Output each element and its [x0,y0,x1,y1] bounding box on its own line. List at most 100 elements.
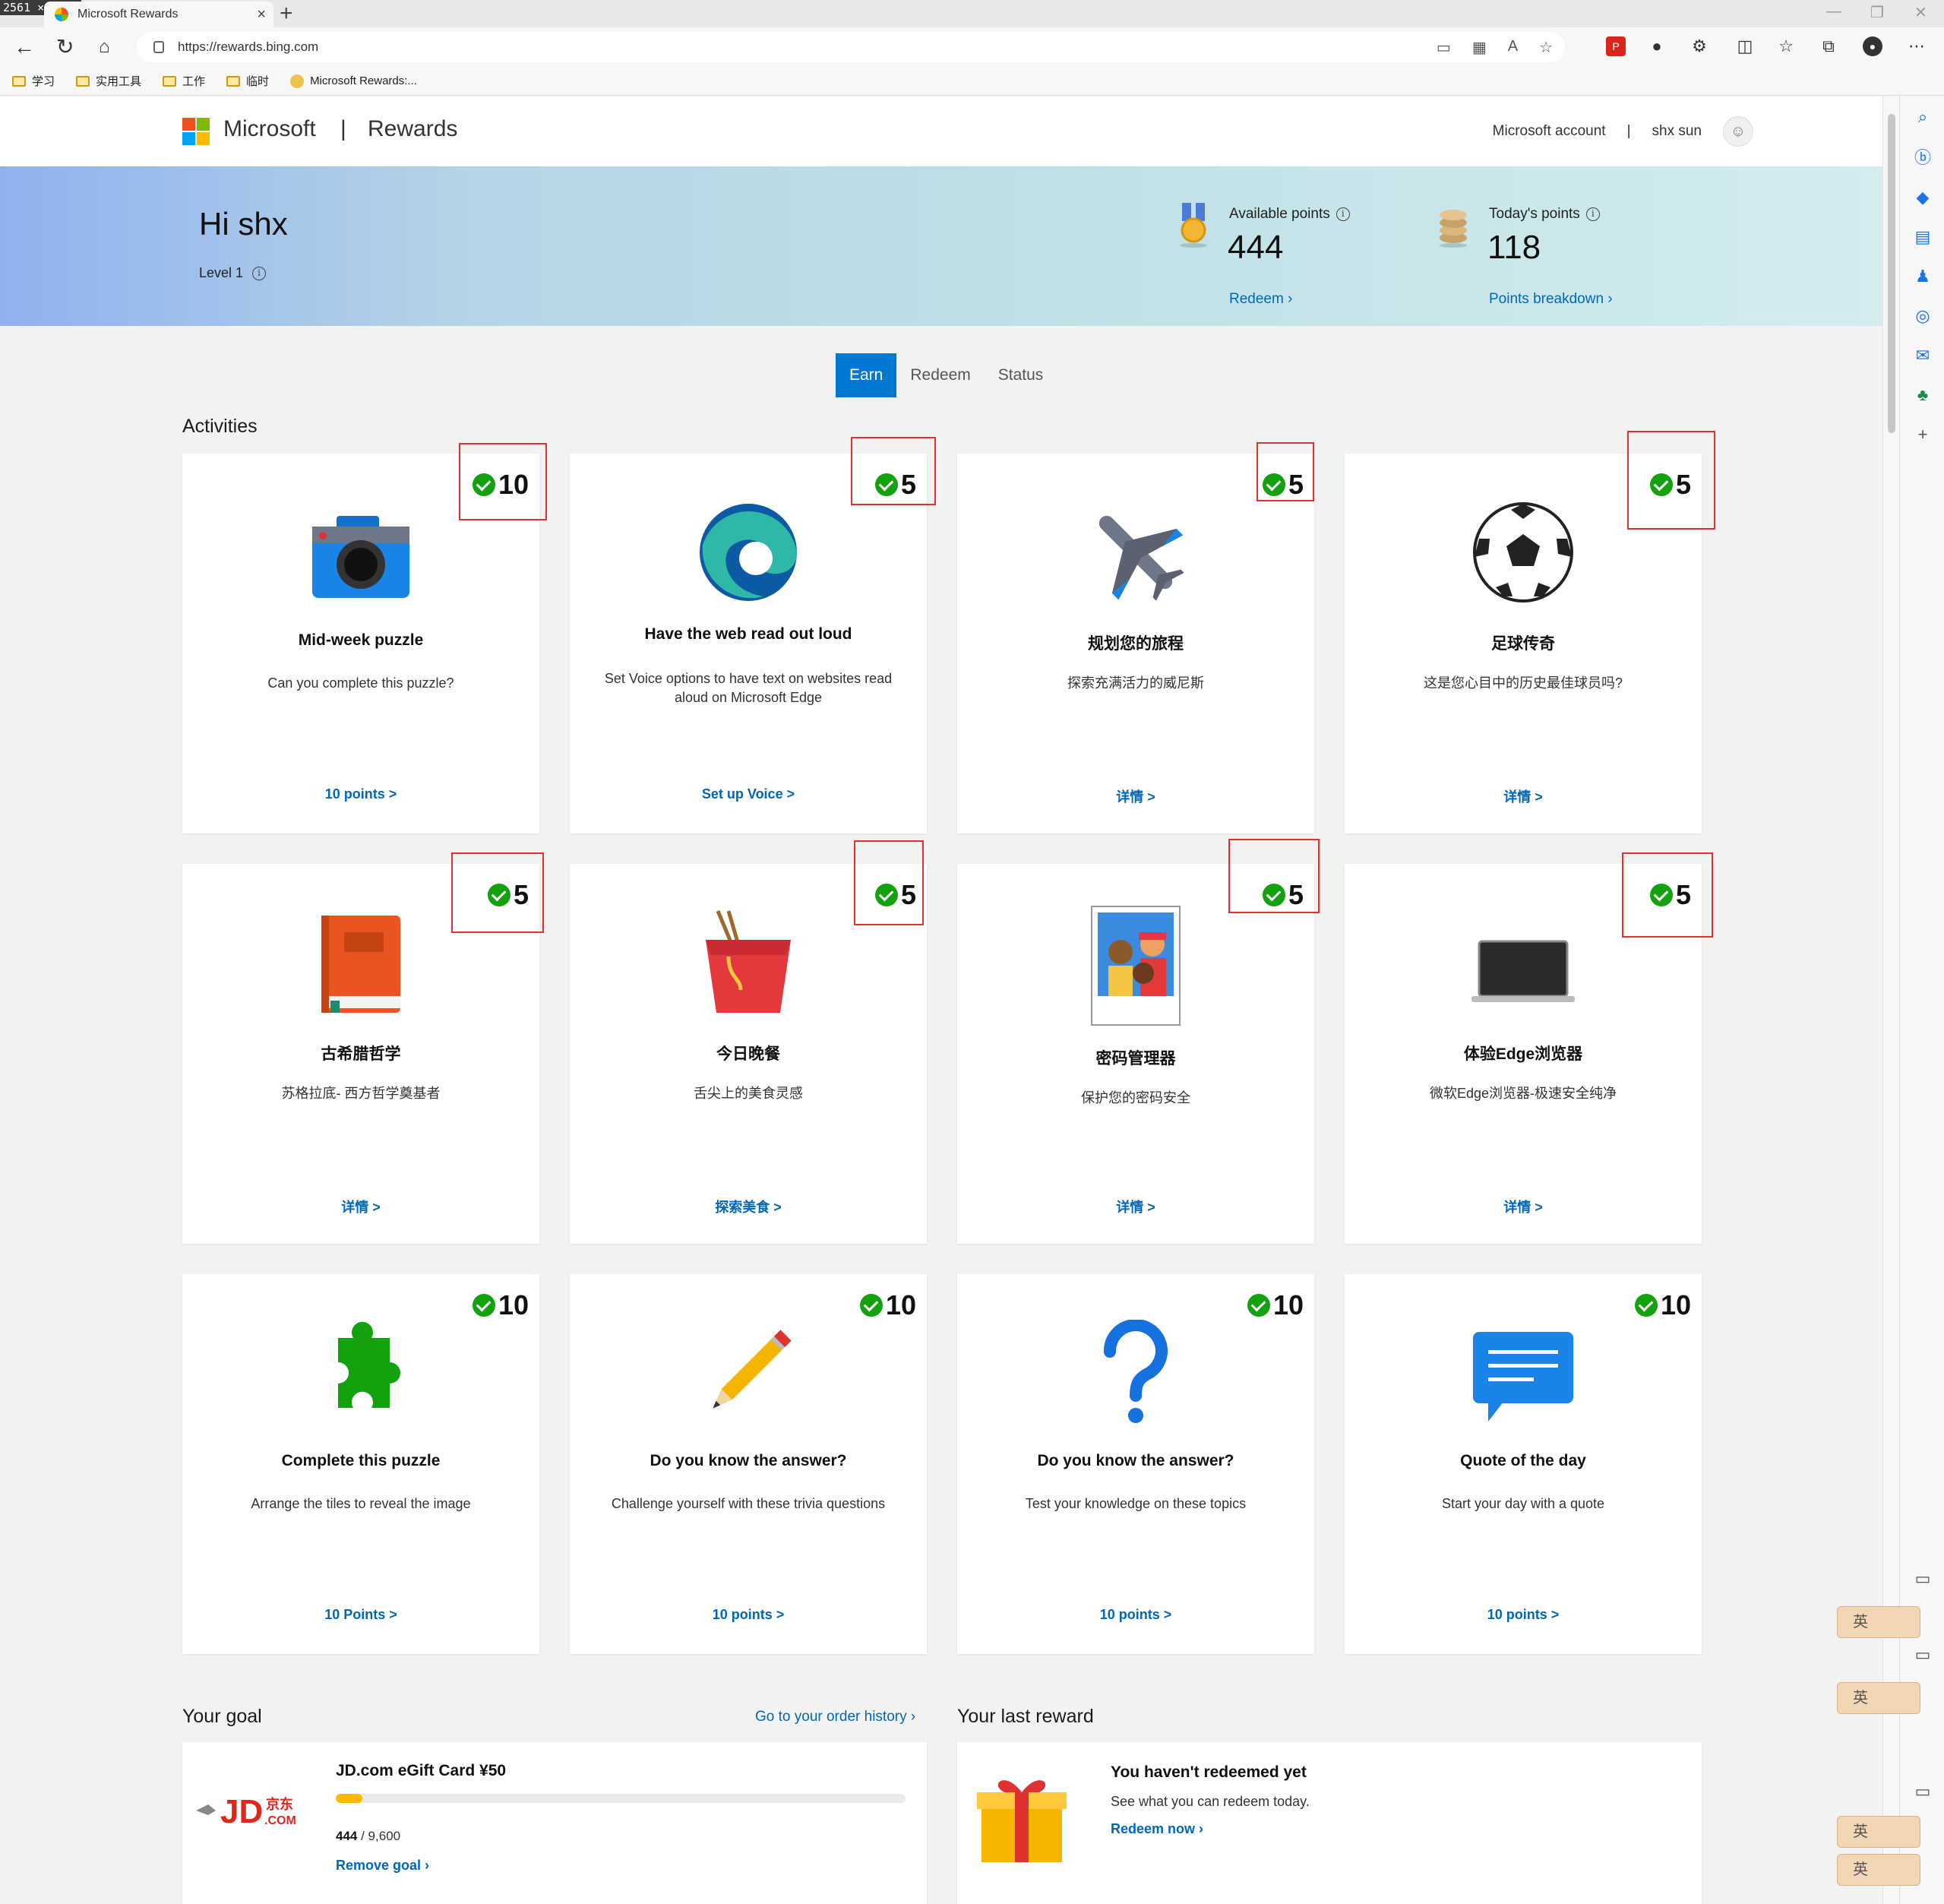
edge-logo-icon [700,504,797,601]
card-link[interactable]: 详情 > [957,1197,1314,1216]
user-name[interactable]: shx sun [1652,123,1702,140]
url-text: https://rewards.bing.com [178,40,319,54]
address-bar[interactable]: https://rewards.bing.com ▭ ▦ A ☆ [137,32,1565,62]
back-icon[interactable]: ← [14,33,35,61]
split-screen-icon[interactable]: ◫ [1735,36,1755,56]
product-name[interactable]: Rewards [368,116,457,142]
tree-icon[interactable]: ♣ [1912,384,1933,406]
card-link[interactable]: 10 points > [570,1607,927,1623]
read-aloud-icon[interactable]: A [1508,38,1518,57]
activity-card[interactable]: 10 Quote of the day Start your day with … [1345,1274,1702,1654]
refresh-icon[interactable]: ↻ [56,33,74,61]
tab-close-icon[interactable]: × [257,6,266,24]
bing-chat-icon[interactable]: ⓑ [1912,147,1933,169]
add-sidebar-icon[interactable]: + [1912,424,1933,445]
card-link[interactable]: 详情 > [182,1197,539,1216]
card-link[interactable]: 详情 > [1345,786,1702,806]
card-link[interactable]: 10 points > [1345,1607,1702,1623]
card-link[interactable]: 详情 > [957,786,1314,806]
tools-icon[interactable]: ▤ [1912,226,1933,248]
games-icon[interactable]: ♟ [1912,266,1933,287]
activity-card[interactable]: 5 Have the web read out loud Set Voice o… [570,454,927,833]
level-info-icon[interactable]: i [252,266,267,280]
bookmark-link[interactable]: Microsoft Rewards:... [290,74,417,88]
activity-card[interactable]: 10 Do you know the answer? Test your kno… [957,1274,1314,1654]
panel-toggle-icon[interactable]: ▭ [1912,1568,1933,1589]
browser-tab[interactable]: Microsoft Rewards × [44,2,273,27]
new-tab-button[interactable]: + [280,2,293,26]
device-icon[interactable]: ▭ [1437,38,1451,57]
close-window-icon[interactable]: ✕ [1914,3,1927,22]
activity-card[interactable]: 5 规划您的旅程 探索充满活力的威尼斯 详情 > [957,454,1314,833]
microsoft-account-link[interactable]: Microsoft account [1493,123,1606,140]
bookmark-folder[interactable]: 工作 [163,73,205,89]
card-title: Complete this puzzle [281,1452,441,1469]
card-title: 足球传奇 [1491,635,1555,653]
available-info-icon[interactable]: i [1336,207,1350,221]
available-points-value: 444 [1228,229,1284,266]
book-icon [321,916,400,1013]
more-options-icon[interactable]: ⋯ [1907,36,1927,56]
card-link[interactable]: 10 points > [182,786,539,802]
points-breakdown-link[interactable]: Points breakdown › [1489,291,1613,308]
activity-card[interactable]: 10 Do you know the answer? Challenge you… [570,1274,927,1654]
card-description: Challenge yourself with these trivia que… [611,1496,886,1511]
remove-goal-link[interactable]: Remove goal › [336,1858,429,1874]
rewards-medal-icon [290,74,305,88]
home-icon[interactable]: ⌂ [99,33,110,61]
activity-card[interactable]: 10 Complete this puzzle Arrange the tile… [182,1274,539,1654]
activity-card[interactable]: 5 密码管理器 保护您的密码安全 详情 > [957,864,1314,1244]
header-account-area: Microsoft account | shx sun ☺ [1493,96,1753,166]
card-link[interactable]: 探索美食 > [570,1197,927,1216]
favorites-icon[interactable]: ☆ [1776,36,1796,56]
scrollbar-thumb[interactable] [1888,114,1895,433]
ime-status-badge[interactable]: 英 [1837,1682,1920,1714]
address-bar-icons: ▭ ▦ A ☆ [1437,38,1553,57]
redeem-link[interactable]: Redeem › [1229,291,1292,308]
outlook-icon[interactable]: ✉ [1912,345,1933,366]
order-history-link[interactable]: Go to your order history › [755,1709,915,1725]
extension-circle-icon[interactable]: ● [1647,36,1667,56]
address-toolbar: ← ↻ ⌂ https://rewards.bing.com ▭ ▦ A ☆ P… [0,27,1944,67]
microsoft-logo-icon[interactable] [182,118,210,145]
jd-logo[interactable]: JD 京东 .COM [193,1788,307,1833]
panel-toggle-icon[interactable]: ▭ [1912,1644,1933,1665]
apps-icon[interactable]: ▦ [1472,38,1487,57]
card-link[interactable]: 10 points > [957,1607,1314,1623]
profile-avatar-icon[interactable]: ● [1863,36,1882,56]
user-avatar-icon[interactable]: ☺ [1723,116,1753,147]
restore-icon[interactable]: ❐ [1870,3,1884,22]
bookmark-folder[interactable]: 临时 [226,73,269,89]
tab-redeem[interactable]: Redeem [896,353,984,397]
today-info-icon[interactable]: i [1585,207,1600,221]
ime-status-badge[interactable]: 英 [1837,1854,1920,1886]
panel-toggle-icon[interactable]: ▭ [1912,1781,1933,1802]
folder-icon [226,75,241,87]
office-icon[interactable]: ◎ [1912,305,1933,327]
card-title: Have the web read out loud [644,625,852,643]
ime-status-badge[interactable]: 英 [1837,1606,1920,1638]
card-link[interactable]: Set up Voice > [570,786,927,802]
search-icon[interactable]: ⌕ [1912,106,1933,128]
card-link[interactable]: 10 Points > [182,1607,539,1623]
favorite-add-icon[interactable]: ☆ [1539,38,1553,57]
extensions-icon[interactable]: ⚙ [1690,36,1709,56]
check-icon [1247,1294,1270,1317]
bookmark-folder[interactable]: 学习 [12,73,55,89]
highlight-box [1627,431,1715,530]
ime-status-badge[interactable]: 英 [1837,1816,1920,1848]
tab-earn[interactable]: Earn [836,353,897,397]
collections-icon[interactable]: ⧉ [1819,36,1838,56]
minimize-icon[interactable]: — [1826,3,1841,21]
extension-red-icon[interactable]: P [1606,36,1626,56]
card-link[interactable]: 详情 > [1345,1197,1702,1216]
tab-status[interactable]: Status [985,353,1057,397]
shopping-tag-icon[interactable]: ◆ [1912,187,1933,208]
rewards-favicon-icon [55,8,68,21]
brand-name[interactable]: Microsoft [223,116,316,142]
airplane-icon [1098,515,1184,601]
lock-icon [153,41,164,53]
bookmark-folder[interactable]: 实用工具 [76,73,141,89]
todays-points-value: 118 [1487,229,1541,266]
redeem-now-link[interactable]: Redeem now › [1111,1821,1203,1837]
